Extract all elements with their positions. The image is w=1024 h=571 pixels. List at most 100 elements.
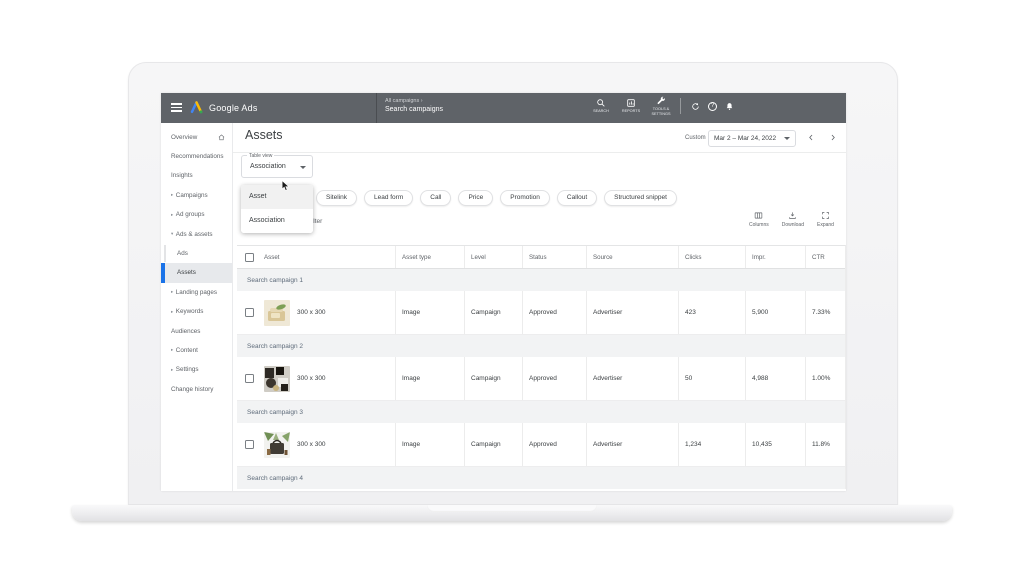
col-header-asset[interactable]: Asset (261, 246, 395, 268)
page-title: Assets (245, 128, 283, 142)
notifications-bell-icon[interactable] (721, 102, 738, 111)
chevron-right-icon: ▸ (171, 367, 173, 373)
sidebar-item-label: Content (176, 347, 198, 354)
columns-label: Columns (749, 222, 769, 228)
chip-callout[interactable]: Callout (557, 190, 597, 206)
laptop-base (72, 505, 952, 521)
chevron-down-icon (784, 137, 790, 140)
chip-call[interactable]: Call (420, 190, 451, 206)
mouse-cursor (281, 180, 290, 192)
expand-icon (821, 211, 830, 220)
help-icon[interactable] (704, 102, 721, 111)
chip-structured-snippet[interactable]: Structured snippet (604, 190, 677, 206)
expand-label: Expand (817, 222, 834, 228)
col-header-source[interactable]: Source (586, 246, 678, 268)
wrench-icon (656, 96, 666, 106)
asset-thumbnail[interactable] (264, 432, 290, 458)
asset-type-filter-chips: Sitelink Lead form Call Price Promotion … (316, 190, 677, 206)
sidebar-item-label: Overview (171, 134, 197, 141)
level: Campaign (464, 357, 522, 400)
row-checkbox[interactable] (245, 308, 254, 317)
sidebar-item-campaigns[interactable]: ▸ Campaigns (161, 186, 232, 205)
date-range-selector[interactable]: Mar 2 – Mar 24, 2022 (708, 130, 796, 147)
sidebar-item-recommendations[interactable]: Recommendations (161, 147, 232, 166)
sidebar-item-label: Keywords (176, 308, 204, 315)
sidebar-item-label: Ads & assets (176, 231, 213, 238)
date-previous-button[interactable] (806, 132, 816, 143)
asset-size: 300 x 300 (297, 309, 326, 316)
campaign-group-row[interactable]: Search campaign 3 (237, 401, 845, 423)
asset-type: Image (395, 357, 464, 400)
asset-thumbnail[interactable] (264, 366, 290, 392)
row-checkbox[interactable] (245, 440, 254, 449)
table-row: 300 x 300 Image Campaign Approved Advert… (237, 423, 845, 467)
sidebar-item-label: Change history (171, 386, 213, 393)
dropdown-option-association[interactable]: Association (241, 209, 313, 233)
status: Approved (522, 357, 586, 400)
refresh-icon[interactable] (687, 102, 704, 111)
sidebar-nav: Overview Recommendations Insights ▸ Camp… (161, 123, 233, 491)
chip-lead-form[interactable]: Lead form (364, 190, 413, 206)
dropdown-option-asset[interactable]: Asset (241, 185, 313, 209)
chip-sitelink[interactable]: Sitelink (316, 190, 357, 206)
sidebar-item-assets[interactable]: Assets (161, 263, 232, 282)
home-icon (218, 134, 225, 141)
col-header-level[interactable]: Level (464, 246, 522, 268)
campaign-group-row[interactable]: Search campaign 2 (237, 335, 845, 357)
status: Approved (522, 291, 586, 334)
breadcrumb[interactable]: All campaigns › Search campaigns (385, 98, 443, 113)
sidebar-item-ads-and-assets[interactable]: ▾ Ads & assets (161, 224, 232, 243)
ctr: 11.8% (805, 423, 845, 466)
row-checkbox[interactable] (245, 374, 254, 383)
col-header-status[interactable]: Status (522, 246, 586, 268)
chevron-down-icon (300, 166, 306, 169)
tools-settings-nav-button[interactable]: TOOLS & SETTINGS (646, 96, 676, 116)
download-icon (788, 211, 797, 220)
menu-hamburger-icon[interactable] (171, 103, 182, 112)
campaign-group-row[interactable]: Search campaign 1 (237, 269, 845, 291)
ctr: 7.33% (805, 291, 845, 334)
col-header-ctr[interactable]: CTR (805, 246, 845, 268)
select-all-checkbox[interactable] (245, 253, 254, 262)
sidebar-item-overview[interactable]: Overview (161, 128, 232, 147)
sidebar-item-keywords[interactable]: ▸ Keywords (161, 302, 232, 321)
breadcrumb-current: Search campaigns (385, 106, 443, 113)
search-nav-button[interactable]: SEARCH (586, 98, 616, 114)
date-next-button[interactable] (828, 132, 838, 143)
sidebar-item-ads[interactable]: Ads (161, 244, 232, 263)
table-tools: Columns Download Expand (749, 211, 834, 228)
breadcrumb-parent[interactable]: All campaigns › (385, 98, 443, 104)
source: Advertiser (586, 357, 678, 400)
sidebar-item-landing-pages[interactable]: ▸ Landing pages (161, 283, 232, 302)
chip-price[interactable]: Price (458, 190, 493, 206)
sidebar-item-insights[interactable]: Insights (161, 166, 232, 185)
clicks: 50 (678, 357, 745, 400)
google-ads-logo-icon (189, 100, 204, 115)
ctr: 1.00% (805, 357, 845, 400)
campaign-group-row[interactable]: Search campaign 4 (237, 467, 845, 489)
header-divider (233, 152, 846, 153)
date-range-value: Mar 2 – Mar 24, 2022 (714, 135, 776, 142)
chevron-down-icon: ▾ (171, 231, 173, 237)
expand-button[interactable]: Expand (817, 211, 834, 228)
sidebar-item-ad-groups[interactable]: ▸ Ad groups (161, 205, 232, 224)
col-header-clicks[interactable]: Clicks (678, 246, 745, 268)
col-header-impr[interactable]: Impr. (745, 246, 805, 268)
sidebar-item-change-history[interactable]: Change history (161, 380, 232, 399)
screenshot-stage: Google Ads All campaigns › Search campai… (0, 0, 1024, 571)
asset-thumbnail[interactable] (264, 300, 290, 326)
source: Advertiser (586, 423, 678, 466)
columns-button[interactable]: Columns (749, 211, 769, 228)
table-view-select[interactable]: Table view Association (241, 155, 313, 178)
laptop-base-notch (427, 505, 597, 512)
download-button[interactable]: Download (782, 211, 804, 228)
reports-nav-button[interactable]: REPORTS (616, 98, 646, 114)
col-header-asset-type[interactable]: Asset type (395, 246, 464, 268)
asset-size: 300 x 300 (297, 441, 326, 448)
sidebar-item-audiences[interactable]: Audiences (161, 321, 232, 340)
sidebar-item-content[interactable]: ▸ Content (161, 341, 232, 360)
chip-promotion[interactable]: Promotion (500, 190, 550, 206)
sidebar-item-settings[interactable]: ▸ Settings (161, 360, 232, 379)
sidebar-item-label: Settings (176, 366, 199, 373)
level: Campaign (464, 291, 522, 334)
